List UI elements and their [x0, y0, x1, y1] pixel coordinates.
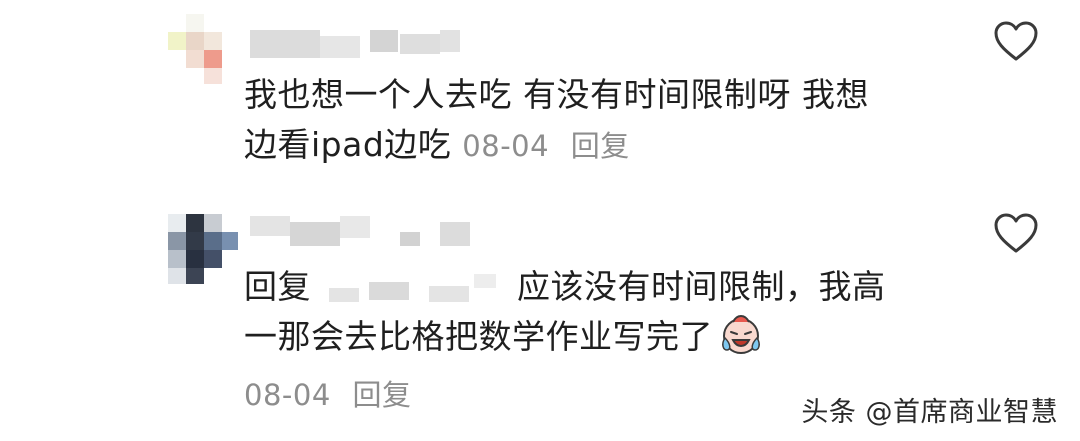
comment-date: 08-04	[244, 378, 331, 412]
comment-meta: 08-04 回复	[462, 129, 630, 163]
comment-text-line: 边看ipad边吃	[244, 125, 452, 164]
comment-item: 我也想一个人去吃 有没有时间限制呀 我想 边看ipad边吃 08-04 回复	[0, 0, 1080, 200]
heart-outline-icon	[994, 21, 1038, 61]
comment-text: 我也想一个人去吃 有没有时间限制呀 我想 边看ipad边吃 08-04 回复	[244, 70, 944, 171]
comment-text-line: 我也想一个人去吃 有没有时间限制呀 我想	[244, 75, 869, 114]
comment-text-line: 一那会去比格把数学作业写完了	[244, 317, 713, 356]
watermark: 头条 @首席商业智慧	[801, 397, 1058, 428]
mentioned-user[interactable]	[329, 273, 499, 304]
username[interactable]	[250, 216, 480, 246]
comment-date: 08-04	[462, 129, 550, 163]
reply-button[interactable]: 回复	[353, 378, 412, 412]
reply-button[interactable]: 回复	[571, 129, 630, 163]
reply-prefix: 回复	[244, 267, 311, 306]
like-button[interactable]	[993, 212, 1039, 254]
comment-text-line: 应该没有时间限制，我高	[517, 267, 886, 306]
avatar[interactable]	[168, 214, 238, 284]
username[interactable]	[250, 30, 460, 60]
heart-outline-icon	[994, 213, 1038, 253]
like-button[interactable]	[993, 20, 1039, 62]
avatar[interactable]	[168, 14, 238, 84]
laughing-crying-face-icon	[719, 312, 763, 356]
